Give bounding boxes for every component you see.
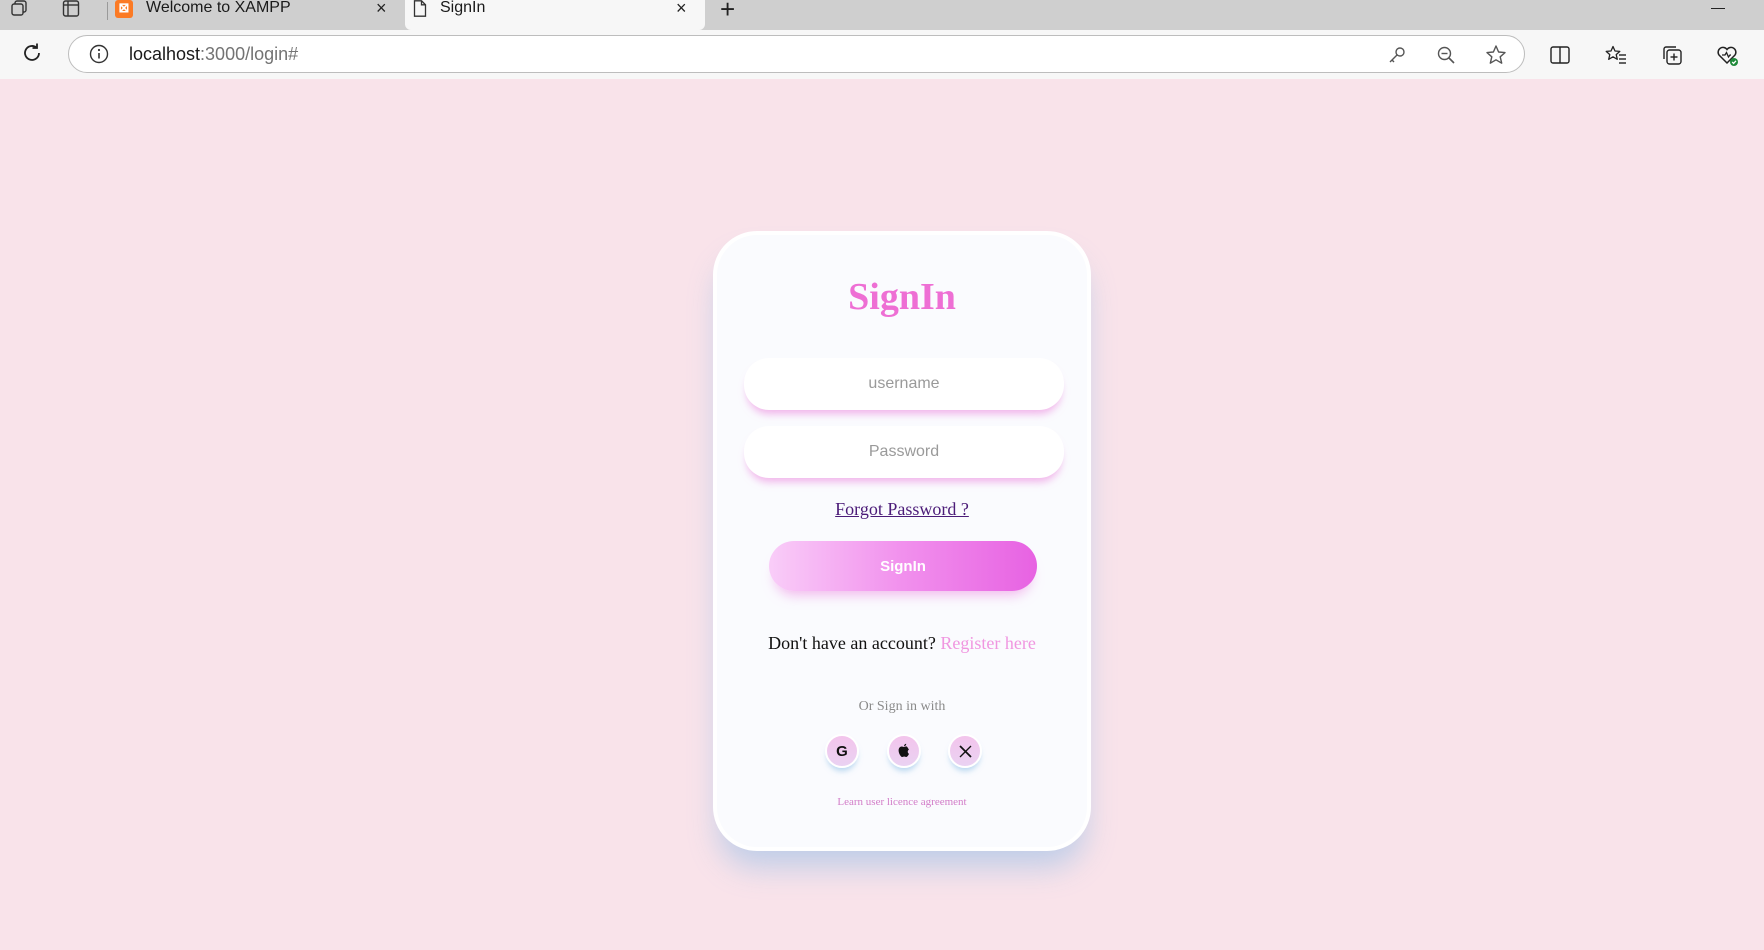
password-input[interactable] xyxy=(744,426,1064,478)
minimize-button[interactable] xyxy=(1711,8,1725,9)
document-icon xyxy=(413,0,427,22)
browser-toolbar: localhost:3000/login# xyxy=(0,30,1764,79)
url-text[interactable]: localhost:3000/login# xyxy=(129,44,298,64)
close-icon[interactable]: × xyxy=(376,0,387,17)
tab-signin[interactable]: SignIn × xyxy=(405,0,705,30)
new-tab-button[interactable]: + xyxy=(720,0,735,22)
key-icon[interactable] xyxy=(1385,43,1409,67)
register-line: Don't have an account? Register here xyxy=(717,633,1087,654)
licence-agreement-link[interactable]: Learn user licence agreement xyxy=(717,796,1087,808)
username-input[interactable] xyxy=(744,358,1064,410)
no-account-text: Don't have an account? xyxy=(768,633,936,653)
x-icon xyxy=(958,744,972,758)
reload-icon[interactable] xyxy=(18,39,46,67)
page-title: SignIn xyxy=(848,276,956,318)
tab-title: Welcome to XAMPP xyxy=(146,0,291,16)
favorite-star-icon[interactable] xyxy=(1484,43,1508,67)
favorites-icon[interactable] xyxy=(1602,41,1630,69)
tab-title: SignIn xyxy=(440,0,486,16)
signin-card: SignIn Forgot Password ? SignIn Don't ha… xyxy=(713,231,1091,851)
tab-separator xyxy=(107,2,108,20)
register-link[interactable]: Register here xyxy=(940,633,1035,653)
x-signin-button[interactable] xyxy=(948,734,982,768)
url-host: localhost xyxy=(129,44,201,64)
split-screen-icon[interactable] xyxy=(1546,41,1574,69)
workspaces-icon[interactable] xyxy=(6,0,32,18)
zoom-out-icon[interactable] xyxy=(1434,43,1458,67)
google-signin-button[interactable]: G xyxy=(825,734,859,768)
url-path: :3000/login# xyxy=(200,44,299,64)
info-icon[interactable] xyxy=(89,44,109,64)
collections-icon[interactable] xyxy=(1658,41,1686,69)
google-icon: G xyxy=(836,742,848,760)
browser-essentials-icon[interactable] xyxy=(1713,41,1741,69)
signin-button[interactable]: SignIn xyxy=(769,541,1037,591)
apple-icon xyxy=(897,743,911,759)
tab-xampp[interactable]: ⊠ Welcome to XAMPP × xyxy=(112,0,404,30)
xampp-logo: ⊠ xyxy=(115,0,133,18)
forgot-password-link[interactable]: Forgot Password ? xyxy=(717,499,1087,520)
tab-actions-icon[interactable] xyxy=(58,0,84,18)
tab-strip: ⊠ Welcome to XAMPP × SignIn × + xyxy=(0,0,1764,30)
close-icon[interactable]: × xyxy=(676,0,687,17)
address-bar[interactable]: localhost:3000/login# xyxy=(68,35,1525,73)
or-sign-in-text: Or Sign in with xyxy=(858,699,946,714)
apple-signin-button[interactable] xyxy=(887,734,921,768)
